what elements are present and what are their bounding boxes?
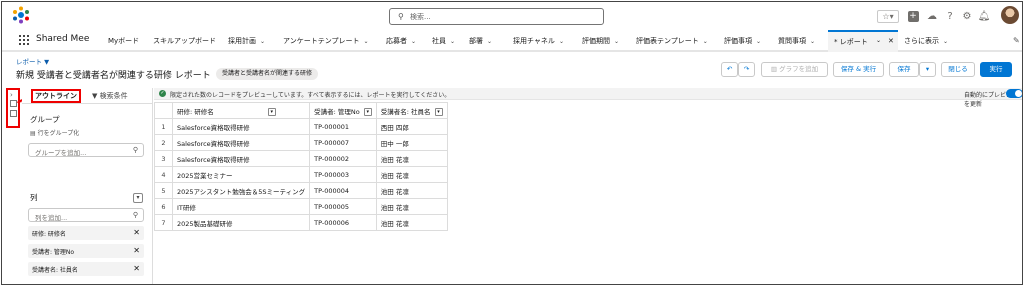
- chevron-down-icon: ⌄: [260, 38, 266, 45]
- chevron-down-icon: ⌄: [363, 38, 369, 45]
- chevron-down-icon: ⌄: [487, 38, 493, 45]
- nav-item-employees[interactable]: 社員 ⌄: [432, 36, 455, 46]
- save-button[interactable]: 保存: [889, 62, 919, 77]
- app-navigation-bar: Shared Mee Myボード スキルアップボード 採用計画 ⌄ アンケートテン…: [2, 30, 1022, 52]
- remove-icon[interactable]: ✕: [133, 228, 140, 237]
- help-icon[interactable]: ?: [944, 9, 956, 23]
- close-tab-icon[interactable]: ✕: [888, 37, 894, 45]
- close-button[interactable]: 閉じる: [941, 62, 975, 77]
- user-avatar[interactable]: [1001, 6, 1019, 24]
- chevron-down-icon: ⌄: [943, 38, 949, 45]
- app-name: Shared Mee: [36, 34, 90, 44]
- chevron-down-icon: ⌄: [756, 38, 762, 45]
- chevron-down-icon[interactable]: ⌄: [876, 37, 881, 44]
- tab-filters[interactable]: ▼ 検索条件: [92, 91, 128, 101]
- nav-item-recruit-plan[interactable]: 採用計画 ⌄: [228, 36, 265, 46]
- table-header-index: [154, 102, 173, 119]
- nav-item-departments[interactable]: 部署 ⌄: [469, 36, 492, 46]
- add-chart-button[interactable]: ▥ グラフを追加: [761, 62, 828, 77]
- table-row: 6 IT研修 TP-000005 池田 花凛: [154, 198, 448, 215]
- chevron-down-icon: ⌄: [810, 38, 816, 45]
- column-chip[interactable]: 受講者: 管理No ✕: [28, 244, 144, 258]
- table-row: 1 Salesforce資格取得研修 TP-000001 西田 四郎: [154, 118, 448, 135]
- column-menu-icon[interactable]: ▾: [363, 107, 372, 116]
- bell-icon[interactable]: 🔔︎: [978, 9, 991, 23]
- table-row: 2 Salesforce資格取得研修 TP-000007 田中 一郎: [154, 134, 448, 151]
- report-title: 新規 受講者と受講者名が関連する研修 レポート ✎: [16, 68, 224, 81]
- column-chip[interactable]: 受講者名: 社員名 ✕: [28, 262, 144, 276]
- global-header: ⚲ 検索... ☆▾ + ☁ ? ⚙ 🔔︎: [2, 2, 1022, 30]
- remove-icon[interactable]: ✕: [133, 264, 140, 273]
- edit-nav-pencil-icon[interactable]: ✎: [1013, 36, 1020, 45]
- report-type-badge: 受講者と受講者名が関連する研修: [216, 68, 319, 80]
- table-row: 5 2025アシスタント勉強会＆5Sミーティング TP-000004 池田 花凛: [154, 182, 448, 199]
- nav-item-survey-template[interactable]: アンケートテンプレート ⌄: [283, 36, 369, 46]
- table-header[interactable]: 受講者: 管理No ▾: [309, 102, 377, 119]
- preview-notice-bar: ✓ 限定された数のレコードをプレビューしています。すべて表示するには、レポートを…: [154, 88, 1022, 108]
- table-header[interactable]: 受講者名: 社員名 ▾: [375, 102, 448, 119]
- table-row: 3 Salesforce資格取得研修 TP-000002 池田 花凛: [154, 150, 448, 167]
- panel-tabs: アウトライン ▼ 検索条件: [22, 88, 153, 104]
- chevron-down-icon: ⌄: [614, 38, 620, 45]
- nav-item-my-board[interactable]: Myボード: [108, 36, 139, 46]
- app-frame: ⚲ 検索... ☆▾ + ☁ ? ⚙ 🔔︎ Shared Mee Myボード ス…: [1, 1, 1023, 285]
- undo-button[interactable]: ↶: [721, 62, 738, 77]
- success-check-icon: ✓: [159, 90, 166, 97]
- app-launcher-icon[interactable]: [19, 35, 29, 45]
- table-row: 4 2025営業セミナー TP-000003 池田 花凛: [154, 166, 448, 183]
- nav-item-recruit-channel[interactable]: 採用チャネル ⌄: [513, 36, 564, 46]
- groups-section-title: グループ: [30, 115, 60, 124]
- gear-icon[interactable]: ⚙: [961, 9, 973, 23]
- add-group-input[interactable]: グループを追加... ⚲: [28, 143, 144, 157]
- nav-item-questions[interactable]: 質問事項 ⌄: [778, 36, 815, 46]
- auto-preview-toggle[interactable]: [1006, 89, 1022, 98]
- add-column-input[interactable]: 列を追加... ⚲: [28, 208, 144, 222]
- column-chip[interactable]: 研修: 研修名 ✕: [28, 226, 144, 240]
- column-menu-icon[interactable]: ▾: [267, 107, 276, 116]
- chevron-down-icon: ⌄: [411, 38, 417, 45]
- table-row: 7 2025製品基礎研修 TP-000006 池田 花凛: [154, 214, 448, 231]
- chevron-down-icon: ⌄: [558, 38, 564, 45]
- list-icon[interactable]: [10, 110, 17, 117]
- chevron-right-icon[interactable]: ›: [10, 91, 13, 99]
- table-header-row: 研修: 研修名 ▾ 受講者: 管理No ▾ 受講者名: 社員名 ▾: [154, 102, 448, 119]
- save-run-button[interactable]: 保存 & 実行: [833, 62, 884, 77]
- nav-item-skillup-board[interactable]: スキルアップボード: [153, 36, 216, 46]
- save-menu-button[interactable]: ▾: [919, 62, 936, 77]
- chevron-down-icon: ⌄: [702, 38, 708, 45]
- outline-panel: アウトライン ▼ 検索条件 グループ ▤ 行をグループ化 グループを追加... …: [22, 88, 153, 284]
- search-icon: ⚲: [398, 12, 404, 21]
- remove-icon[interactable]: ✕: [133, 246, 140, 255]
- search-icon: ⚲: [132, 146, 138, 154]
- app-logo-icon[interactable]: [12, 6, 30, 24]
- group-rows-label: ▤ 行をグループ化: [30, 130, 80, 137]
- chevron-down-icon: ⌄: [450, 38, 456, 45]
- report-preview-table: 研修: 研修名 ▾ 受講者: 管理No ▾ 受講者名: 社員名 ▾ 1 Salesfor…: [154, 102, 448, 231]
- favorites-star-icon[interactable]: ☆▾: [877, 10, 899, 23]
- run-button[interactable]: 実行: [980, 62, 1012, 77]
- columns-menu-button[interactable]: ▾: [133, 193, 143, 203]
- table-header[interactable]: 研修: 研修名 ▾: [171, 102, 311, 119]
- rows-icon: ▤: [30, 130, 36, 137]
- filter-icon: ▼: [92, 92, 98, 100]
- columns-section-title: 列: [30, 193, 38, 202]
- trailhead-icon[interactable]: ☁: [926, 9, 938, 23]
- tab-report-active[interactable]: * レポート ⌄ ✕: [828, 30, 898, 52]
- add-icon[interactable]: +: [907, 9, 919, 23]
- search-icon: ⚲: [132, 211, 138, 219]
- column-menu-icon[interactable]: ▾: [434, 107, 443, 116]
- tab-outline[interactable]: アウトライン: [31, 89, 81, 103]
- redo-button[interactable]: ↷: [738, 62, 755, 77]
- nav-item-eval-template[interactable]: 評価表テンプレート ⌄: [636, 36, 708, 46]
- breadcrumb[interactable]: レポート ▼: [16, 56, 49, 66]
- nav-item-eval-period[interactable]: 評価期間 ⌄: [582, 36, 619, 46]
- nav-more[interactable]: さらに表示 ⌄: [904, 36, 948, 46]
- nav-item-eval-items[interactable]: 評価事項 ⌄: [724, 36, 761, 46]
- nav-item-applicants[interactable]: 応募者 ⌄: [386, 36, 416, 46]
- global-search-input[interactable]: ⚲ 検索...: [389, 8, 604, 25]
